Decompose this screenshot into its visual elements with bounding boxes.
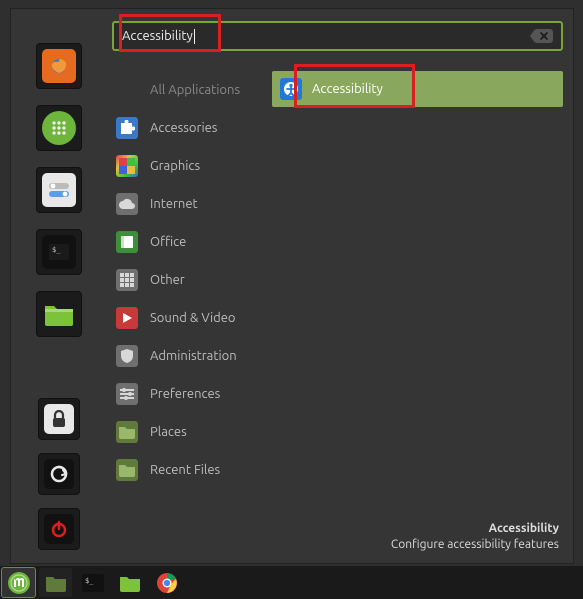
- fav-apps[interactable]: [36, 105, 82, 151]
- book-icon: [116, 231, 138, 253]
- application-menu: $_ Accessibility: [10, 8, 574, 564]
- terminal-icon: $_: [49, 244, 69, 260]
- category-list: All Applications Accessories Graphics Inter…: [112, 71, 272, 489]
- category-internet[interactable]: Internet: [112, 185, 272, 223]
- results-list: Accessibility: [272, 71, 563, 489]
- puzzle-icon: [116, 117, 138, 139]
- fav-firefox[interactable]: [36, 43, 82, 89]
- taskbar: $_: [0, 566, 583, 599]
- search-input[interactable]: Accessibility: [112, 21, 563, 51]
- backspace-x-icon: [540, 32, 548, 40]
- cloud-icon: [116, 193, 138, 215]
- power-icon: [49, 519, 69, 539]
- text-caret: [194, 29, 195, 44]
- fav-logout[interactable]: [38, 453, 80, 495]
- chrome-icon: [156, 572, 178, 594]
- category-all[interactable]: All Applications: [112, 71, 272, 109]
- logout-icon: [49, 464, 69, 484]
- category-graphics[interactable]: Graphics: [112, 147, 272, 185]
- sliders-icon: [116, 383, 138, 405]
- category-recent[interactable]: Recent Files: [112, 451, 272, 489]
- svg-text:$_: $_: [85, 577, 94, 585]
- dots-icon: [116, 269, 138, 291]
- shield-icon: [116, 345, 138, 367]
- app-description: Accessibility Configure accessibility fe…: [112, 521, 563, 555]
- category-accessories[interactable]: Accessories: [112, 109, 272, 147]
- lock-icon: [51, 410, 67, 428]
- folder-icon: [116, 421, 138, 443]
- folder-icon: [119, 574, 141, 592]
- footer-title: Accessibility: [112, 521, 559, 537]
- fav-files[interactable]: [36, 291, 82, 337]
- category-sound[interactable]: Sound & Video: [112, 299, 272, 337]
- folder-icon: [116, 459, 138, 481]
- category-label: Administration: [150, 349, 237, 363]
- fav-settings[interactable]: [36, 167, 82, 213]
- category-label: Other: [150, 273, 185, 287]
- category-admin[interactable]: Administration: [112, 337, 272, 375]
- category-places[interactable]: Places: [112, 413, 272, 451]
- category-label: Preferences: [150, 387, 220, 401]
- palette-icon: [116, 155, 138, 177]
- toggles-icon: [48, 182, 70, 198]
- category-other[interactable]: Other: [112, 261, 272, 299]
- category-prefs[interactable]: Preferences: [112, 375, 272, 413]
- favorites-column: $_: [11, 9, 106, 563]
- mint-icon: [7, 571, 31, 595]
- footer-desc: Configure accessibility features: [112, 537, 559, 553]
- taskbar-chrome-button[interactable]: [150, 568, 183, 597]
- fav-terminal[interactable]: $_: [36, 229, 82, 275]
- taskbar-menu-button[interactable]: [2, 568, 35, 597]
- taskbar-terminal-button[interactable]: $_: [76, 568, 109, 597]
- firefox-icon: [49, 56, 69, 76]
- taskbar-files-button[interactable]: [39, 568, 72, 597]
- category-label: Graphics: [150, 159, 200, 173]
- result-label: Accessibility: [312, 82, 383, 96]
- grid-icon: [51, 120, 67, 136]
- category-label: Places: [150, 425, 187, 439]
- fav-lock[interactable]: [38, 398, 80, 440]
- menu-main: Accessibility All Applications Accessorie…: [106, 9, 573, 563]
- category-label: Recent Files: [150, 463, 220, 477]
- clear-search-button[interactable]: [535, 29, 553, 43]
- result-accessibility[interactable]: Accessibility: [272, 71, 563, 107]
- svg-text:$_: $_: [52, 246, 61, 254]
- folder-icon: [44, 302, 74, 326]
- play-icon: [116, 307, 138, 329]
- category-office[interactable]: Office: [112, 223, 272, 261]
- category-label: Accessories: [150, 121, 217, 135]
- accessibility-icon: [280, 78, 302, 100]
- search-value: Accessibility: [122, 29, 193, 43]
- terminal-icon: $_: [82, 574, 104, 592]
- category-label: Internet: [150, 197, 198, 211]
- fav-shutdown[interactable]: [38, 508, 80, 550]
- folder-icon: [45, 574, 67, 592]
- category-label: Sound & Video: [150, 311, 236, 325]
- taskbar-files2-button[interactable]: [113, 568, 146, 597]
- category-label: All Applications: [150, 83, 240, 97]
- category-label: Office: [150, 235, 186, 249]
